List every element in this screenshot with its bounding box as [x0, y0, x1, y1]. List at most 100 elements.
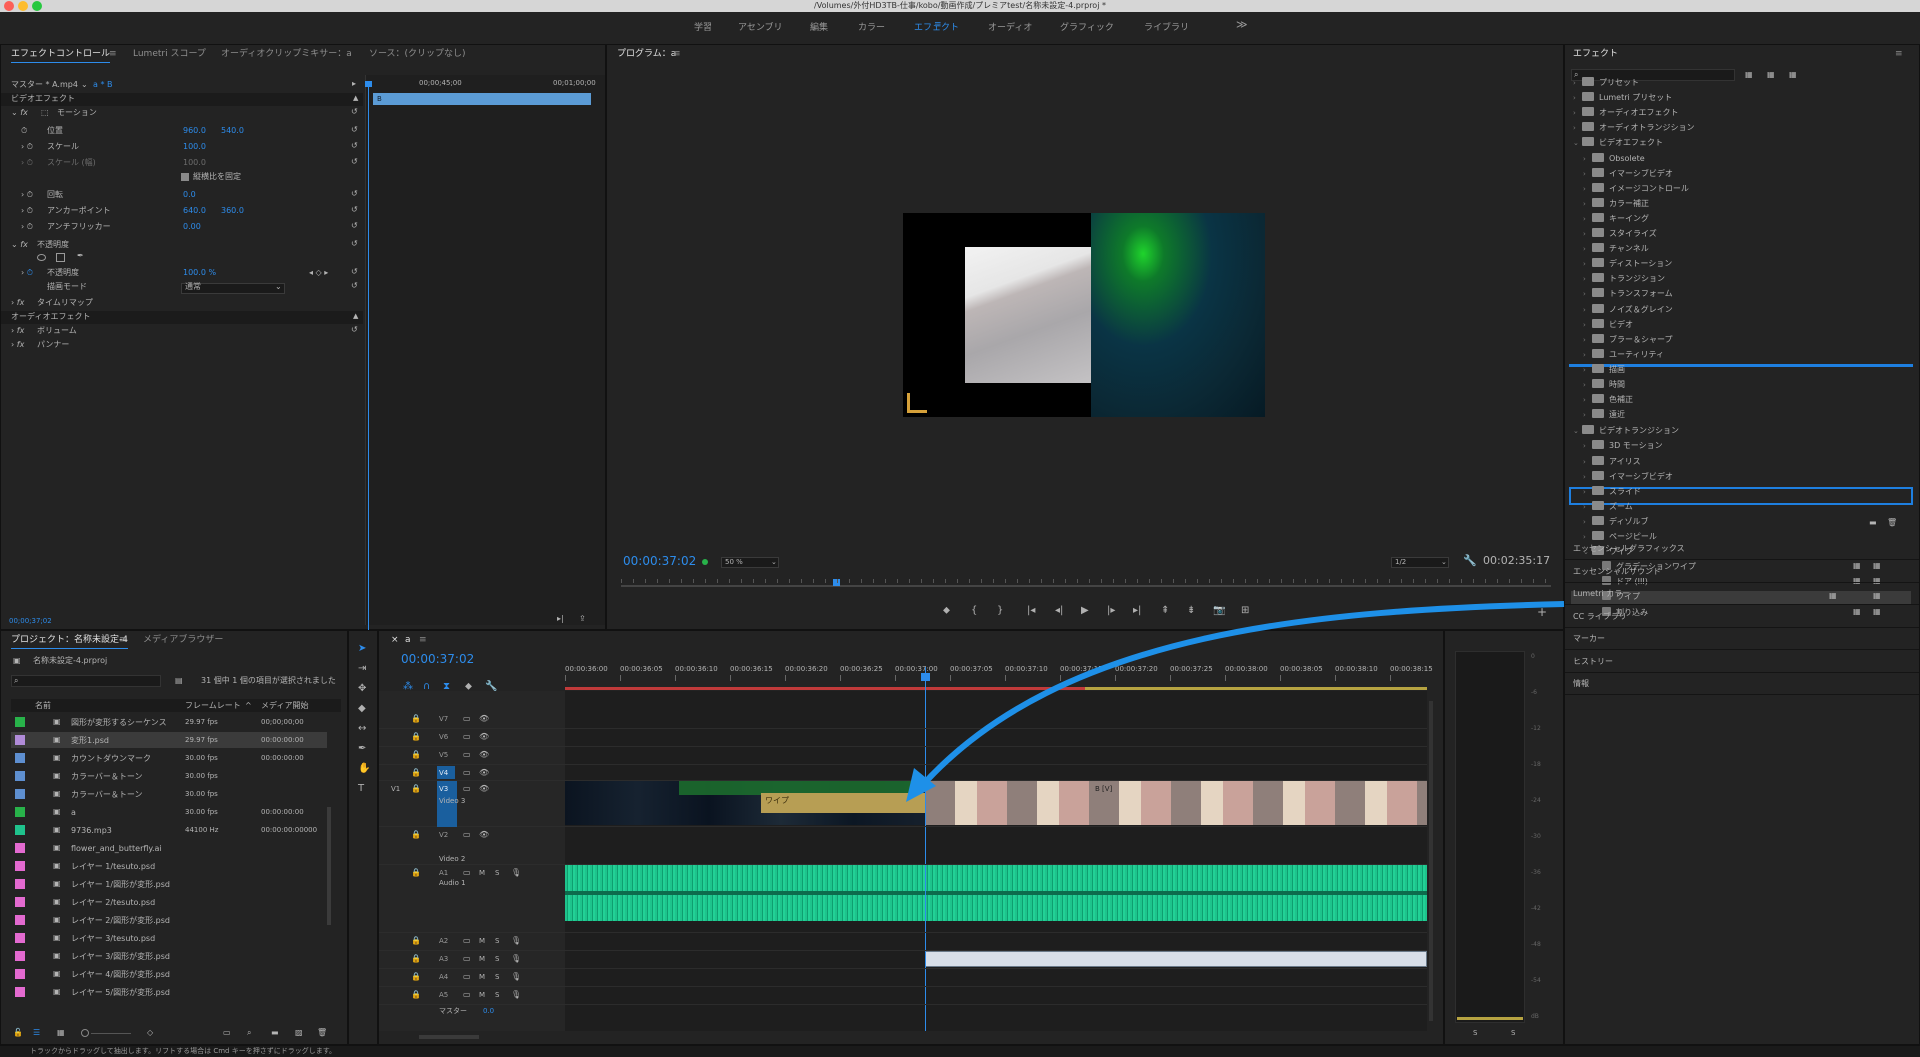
pen-tool-icon[interactable]: ✒ [358, 743, 366, 754]
razor-tool-icon[interactable]: ◆ [358, 703, 366, 714]
filter-icon[interactable]: ▸| [557, 613, 564, 625]
track-lock-icon[interactable]: 🔒 [411, 989, 421, 1001]
motion-transform-icon[interactable]: ⬚ [41, 107, 49, 119]
workspace-tab-5[interactable]: オーディオ [988, 20, 1032, 33]
prop-reset-icon-5[interactable]: ↺ [351, 220, 358, 232]
track-solo-button[interactable]: S [495, 935, 499, 947]
effects-tree-item[interactable]: › 3D モーション [1583, 438, 1663, 453]
effects-tree-item[interactable]: › キーイング [1583, 211, 1649, 226]
track-lock-icon[interactable]: 🔒 [411, 713, 421, 725]
track-label-a2[interactable]: A2 [439, 935, 448, 947]
ellipse-mask-icon[interactable] [37, 254, 46, 261]
sequence-clip-label[interactable]: a * B [93, 79, 112, 91]
label-color-swatch[interactable] [15, 987, 25, 997]
expand-chevron-icon[interactable]: › [1583, 303, 1592, 318]
effects-tree-item[interactable]: › トランスフォーム [1583, 286, 1673, 301]
track-lock-icon[interactable]: 🔒 [411, 767, 421, 779]
project-item-name[interactable]: レイヤー 2/tesuto.psd [71, 895, 155, 910]
expand-chevron-icon[interactable]: › [1583, 348, 1592, 363]
label-color-swatch[interactable] [15, 879, 25, 889]
effects-tree-item[interactable]: › ページピール [1583, 529, 1657, 544]
opacity-value[interactable]: 100.0 % [183, 267, 216, 279]
label-color-swatch[interactable] [15, 717, 25, 727]
prop-toggle-4[interactable]: › ⏱ [21, 205, 33, 217]
expand-chevron-icon[interactable]: › [1583, 182, 1592, 197]
prop-toggle-0[interactable]: ⏱ [21, 125, 27, 137]
time-remap-expand-icon[interactable]: › fx [11, 297, 24, 309]
hand-tool-icon[interactable]: ✋ [358, 763, 370, 774]
effects-tree-item[interactable]: › 遠近 [1583, 407, 1625, 422]
effects-tree-item[interactable]: › イマーシブビデオ [1583, 469, 1673, 484]
track-lock-icon[interactable]: 🔒 [411, 953, 421, 965]
project-item-name[interactable]: カラーバー＆トーン [71, 769, 143, 784]
panel-section-1[interactable]: エッセンシャルサウンド [1573, 566, 1661, 578]
zoom-window-button[interactable] [32, 1, 42, 11]
volume-reset-icon[interactable]: ↺ [351, 324, 358, 336]
label-color-swatch[interactable] [15, 933, 25, 943]
tab-program[interactable]: プログラム：a [617, 45, 676, 63]
workspace-overflow-button[interactable]: ≫ [1236, 18, 1248, 31]
tab-project[interactable]: プロジェクト：名称未設定-4 [11, 631, 128, 649]
track-mute-button[interactable]: M [479, 971, 485, 983]
lock-icon[interactable]: 🔓 [13, 1027, 23, 1039]
panel-section-2[interactable]: Lumetri カラー [1573, 588, 1630, 600]
expand-chevron-icon[interactable]: › [1573, 106, 1582, 121]
list-view-icon[interactable]: ☰ [33, 1027, 40, 1039]
expand-chevron-icon[interactable]: › [1583, 455, 1592, 470]
track-label-v5[interactable]: V5 [439, 749, 448, 761]
expand-chevron-icon[interactable]: › [1583, 318, 1592, 333]
effect-playhead-handle[interactable] [365, 81, 372, 87]
source-patch-v1[interactable]: V1 [391, 783, 400, 795]
timeline-menu-icon[interactable]: ≡ [419, 631, 427, 649]
track-lock-icon[interactable]: 🔒 [411, 783, 421, 795]
track-sync-icon[interactable]: ▭ [463, 971, 471, 983]
expand-chevron-icon[interactable]: › [1583, 378, 1592, 393]
new-item-icon[interactable]: ▨ [295, 1027, 303, 1039]
new-bin-icon[interactable]: ▭ [223, 1027, 231, 1039]
timeline-timecode[interactable]: 00:00:37:02 [401, 651, 474, 667]
effects-menu-icon[interactable]: ≡ [1895, 45, 1903, 63]
track-sync-icon[interactable]: ▭ [463, 749, 471, 761]
expand-chevron-icon[interactable]: › [1573, 121, 1582, 136]
prop-reset-icon-1[interactable]: ↺ [351, 140, 358, 152]
track-mic-icon[interactable]: 🎙 [511, 935, 521, 947]
sort-icons-icon[interactable]: ◇ [147, 1027, 153, 1039]
quality-chevron-icon[interactable]: ⌄ [1441, 556, 1447, 568]
project-item-name[interactable]: a [71, 805, 76, 820]
effects-tree-item[interactable]: › イマーシブビデオ [1583, 166, 1673, 181]
project-item-name[interactable]: レイヤー 1/tesuto.psd [71, 859, 155, 874]
volume-expand-icon[interactable]: › fx [11, 325, 24, 337]
label-color-swatch[interactable] [15, 735, 25, 745]
track-mute-button[interactable]: M [479, 867, 485, 879]
effects-tree-item[interactable]: › スタイライズ [1583, 226, 1657, 241]
delete-effects-icon[interactable]: 🗑 [1887, 517, 1897, 529]
expand-chevron-icon[interactable]: › [1583, 439, 1592, 454]
track-eye-icon[interactable]: 👁 [479, 783, 489, 795]
prop-value1-0[interactable]: 960.0 [183, 125, 206, 137]
expand-chevron-icon[interactable]: ⌄ [1573, 136, 1582, 151]
track-solo-button[interactable]: S [495, 953, 499, 965]
expand-chevron-icon[interactable]: › [1583, 408, 1592, 423]
track-label-v7[interactable]: V7 [439, 713, 448, 725]
project-item-name[interactable]: レイヤー 3/tesuto.psd [71, 931, 155, 946]
ripple-edit-tool-icon[interactable]: ✥ [358, 683, 366, 694]
blend-mode-chevron-icon[interactable]: ⌄ [275, 281, 282, 293]
workspace-tab-1[interactable]: アセンブリ [738, 20, 783, 33]
expand-chevron-icon[interactable]: › [1583, 272, 1592, 287]
project-item-name[interactable]: レイヤー 4/図形が変形.psd [71, 967, 170, 982]
effects-tree-item[interactable]: › ビデオ [1583, 317, 1633, 332]
workspace-tab-2[interactable]: 編集 [810, 20, 828, 33]
project-item-name[interactable]: flower_and_butterfly.ai [71, 841, 162, 856]
close-window-button[interactable] [4, 1, 14, 11]
project-item-name[interactable]: カウントダウンマーク [71, 751, 151, 766]
effects-tree-item[interactable]: › ズーム [1583, 499, 1633, 514]
collapse-audio-icon[interactable]: ▲ [353, 310, 358, 322]
opacity-toggle[interactable]: › ⏱ [21, 267, 33, 279]
track-sync-icon[interactable]: ▭ [463, 989, 471, 1001]
source-clip-dropdown-icon[interactable]: ⌄ [81, 79, 88, 91]
track-eye-icon[interactable]: 👁 [479, 749, 489, 761]
expand-chevron-icon[interactable]: › [1583, 242, 1592, 257]
icon-view-icon[interactable]: ▦ [57, 1027, 65, 1039]
column-framerate[interactable]: フレームレート [185, 700, 241, 712]
project-search-icon[interactable]: ⌕ [14, 675, 18, 687]
